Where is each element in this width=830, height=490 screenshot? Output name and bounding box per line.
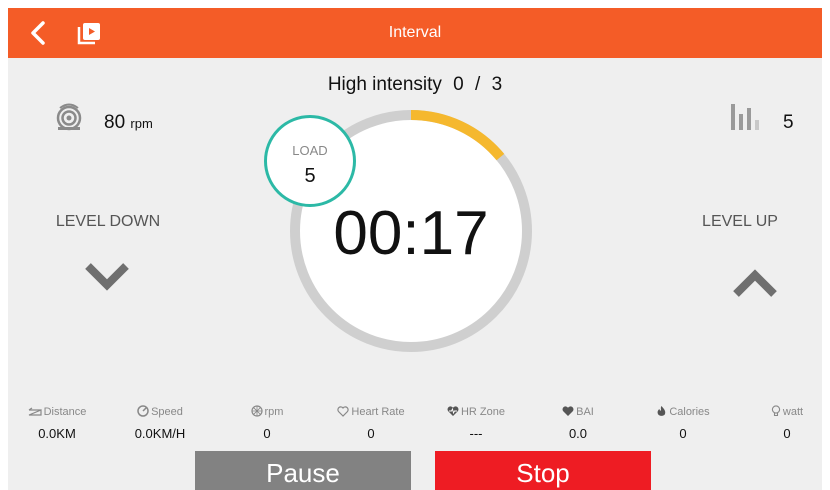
chevron-down-icon — [85, 263, 129, 291]
cadence-readout: 80 rpm — [104, 112, 153, 134]
metric-rpm: rpm 0 — [217, 404, 317, 441]
metric-watt: watt 0 — [737, 404, 822, 441]
level-up-button[interactable] — [730, 262, 780, 304]
chevron-up-icon — [733, 269, 777, 297]
metric-label-heart-rate: Heart Rate — [351, 406, 405, 418]
cadence-unit: rpm — [130, 116, 153, 131]
metric-calories: Calories 0 — [633, 404, 733, 441]
metric-hr-zone: HR Zone --- — [426, 404, 526, 441]
metric-speed: Speed 0.0KM/H — [110, 404, 210, 441]
heart-pulse-icon — [447, 406, 459, 416]
metric-value-watt: 0 — [783, 426, 791, 441]
metric-value-bai: 0.0 — [568, 426, 588, 441]
metric-value-speed: 0.0KM/H — [134, 426, 186, 441]
speed-icon — [137, 405, 149, 417]
load-badge: LOAD 5 — [264, 115, 356, 207]
level-up-label: LEVEL UP — [702, 213, 778, 230]
intensity-label: High intensity — [327, 74, 442, 95]
metric-value-hr-zone: --- — [469, 426, 483, 441]
intensity-current: 0 — [453, 74, 464, 95]
top-bar: Interval — [8, 8, 822, 58]
metric-heart-rate: Heart Rate 0 — [321, 404, 421, 441]
metric-label-hr-zone: HR Zone — [460, 406, 506, 418]
metric-value-distance: 0.0KM — [38, 426, 76, 441]
intensity-separator: / — [475, 74, 481, 95]
metric-value-heart-rate: 0 — [367, 426, 375, 441]
app-frame: Interval High intensity 0 / 3 80 rpm 5 L… — [8, 8, 822, 490]
bulb-icon — [771, 405, 781, 417]
load-label: LOAD — [292, 143, 328, 158]
intensity-status: High intensity 0 / 3 — [8, 74, 822, 96]
distance-icon — [28, 407, 42, 416]
metric-distance: Distance 0.0KM — [8, 404, 107, 441]
load-value: 5 — [304, 165, 316, 187]
heart-outline-icon — [337, 406, 350, 417]
metric-value-rpm: 0 — [263, 426, 271, 441]
flame-icon — [657, 406, 666, 416]
level-bars-icon — [731, 104, 759, 130]
metrics-bar: Distance 0.0KM Speed 0.0KM/H rpm 0 Heart… — [8, 404, 822, 448]
rpm-sensor-icon — [56, 103, 82, 131]
level-down-button[interactable] — [82, 256, 132, 298]
intensity-total: 3 — [491, 74, 503, 95]
level-down-label: LEVEL DOWN — [55, 213, 161, 230]
metric-label-watt: watt — [782, 406, 804, 418]
metric-label-speed: Speed — [151, 406, 183, 418]
pause-button[interactable]: Pause — [195, 451, 411, 490]
metric-bai: BAI 0.0 — [528, 404, 628, 441]
level-value: 5 — [783, 112, 794, 133]
screen-title: Interval — [388, 24, 442, 41]
heart-solid-icon — [562, 406, 574, 416]
metric-label-rpm: rpm — [264, 406, 284, 418]
stop-button[interactable]: Stop — [435, 451, 651, 490]
metric-label-distance: Distance — [43, 406, 87, 418]
metric-value-calories: 0 — [679, 426, 687, 441]
metric-label-bai: BAI — [576, 406, 594, 418]
cadence-value: 80 — [104, 112, 126, 133]
metric-label-calories: Calories — [669, 406, 710, 418]
timer-display: 00:17 — [333, 199, 489, 268]
rpm-icon — [250, 405, 263, 417]
